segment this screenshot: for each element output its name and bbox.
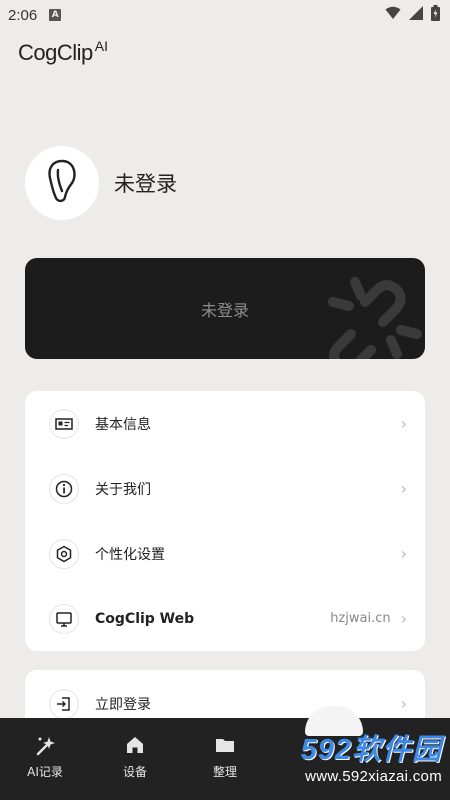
tab-label-ai-records: AI记录 (27, 765, 63, 779)
notification-badge: A (49, 9, 62, 21)
chevron-right-icon: › (400, 414, 407, 433)
profile-header[interactable]: 未登录 (25, 146, 177, 220)
wifi-icon (385, 6, 401, 24)
monitor-icon (49, 603, 79, 634)
watermark-url: www.592xiazai.com (305, 767, 442, 785)
info-icon (49, 473, 79, 504)
chevron-right-icon: › (400, 479, 407, 498)
watermark: 592软件园 www.592xiazai.com (235, 706, 450, 800)
profile-name: 未登录 (114, 172, 177, 196)
watermark-title: 592软件园 (300, 733, 442, 766)
chevron-right-icon: › (400, 694, 407, 713)
broken-link-icon (321, 272, 425, 359)
status-time: 2:06 (8, 6, 38, 24)
login-status-card[interactable]: 未登录 (25, 258, 425, 359)
app-logo: CogClip AI (18, 38, 108, 68)
login-card-text: 未登录 (200, 300, 249, 320)
sparkle-icon (34, 734, 56, 759)
menu-label-about-us: 关于我们 (95, 481, 151, 498)
settings-menu: 基本信息 › 关于我们 › 个性化设置 › CogClip Web hzjwai… (25, 391, 425, 651)
id-card-icon (49, 408, 79, 439)
chevron-right-icon: › (400, 609, 407, 628)
settings-icon (49, 538, 79, 569)
menu-label-basic-info: 基本信息 (95, 416, 151, 433)
menu-item-cogclip-web[interactable]: CogClip Web hzjwai.cn › (25, 586, 425, 651)
folder-icon (214, 734, 236, 759)
home-icon (124, 734, 146, 759)
avatar[interactable] (25, 146, 99, 220)
logo-text: CogClip (18, 40, 93, 65)
tab-devices[interactable]: 设备 (90, 718, 180, 800)
menu-label-personalization: 个性化设置 (95, 546, 165, 563)
menu-value-url: hzjwai.cn (330, 611, 391, 626)
menu-item-about-us[interactable]: 关于我们 › (25, 456, 425, 521)
signal-icon (409, 6, 423, 24)
menu-item-personalization[interactable]: 个性化设置 › (25, 521, 425, 586)
battery-icon (431, 5, 440, 25)
tab-label-organize: 整理 (212, 765, 237, 779)
menu-label-cogclip-web: CogClip Web (95, 610, 195, 627)
login-icon (49, 688, 79, 719)
chevron-right-icon: › (400, 544, 407, 563)
tab-label-devices: 设备 (122, 765, 147, 779)
earpiece-icon (44, 158, 80, 208)
logo-sup: AI (94, 38, 108, 54)
menu-label-login: 立即登录 (95, 696, 151, 713)
menu-item-basic-info[interactable]: 基本信息 › (25, 391, 425, 456)
status-bar: 2:06 A (0, 0, 450, 30)
tab-ai-records[interactable]: AI记录 (0, 718, 90, 800)
